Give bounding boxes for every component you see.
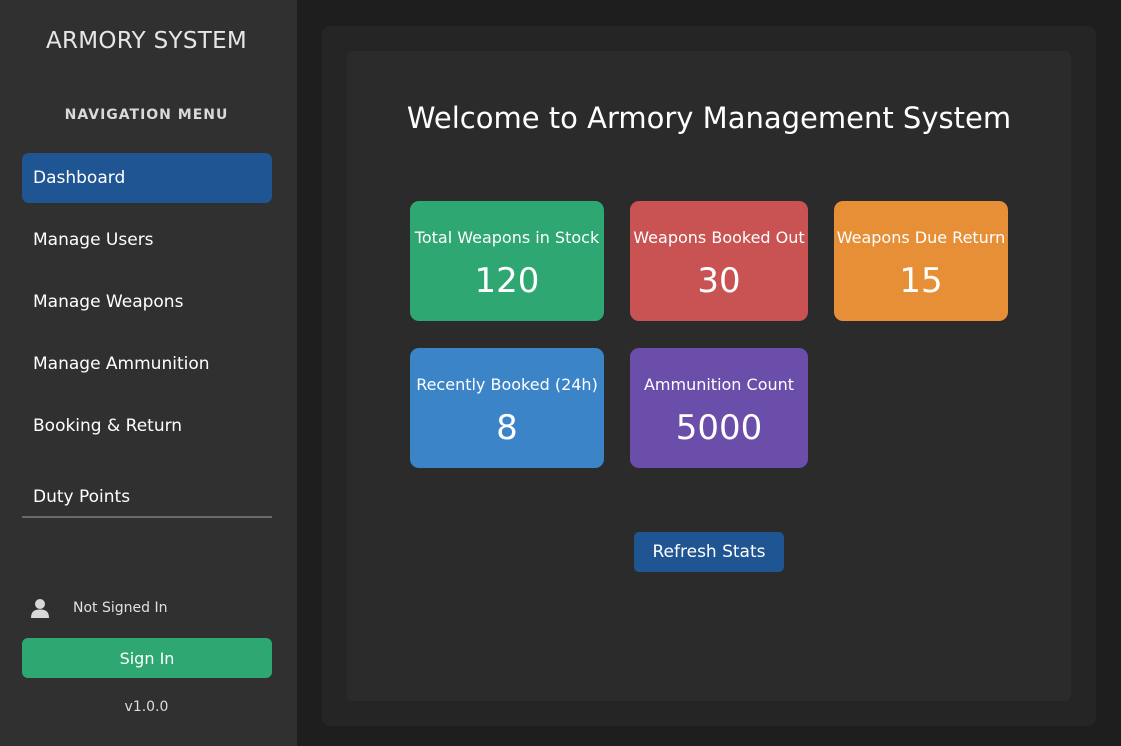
sidebar-item-manage-ammunition[interactable]: Manage Ammunition xyxy=(22,339,272,389)
stat-card-label: Weapons Due Return xyxy=(836,228,1006,247)
stat-card-recently-booked: Recently Booked (24h) 8 xyxy=(410,348,604,468)
stat-card-label: Weapons Booked Out xyxy=(633,228,805,247)
stat-card-label: Recently Booked (24h) xyxy=(416,375,598,394)
stat-card-label: Total Weapons in Stock xyxy=(414,228,600,247)
stat-card-value: 120 xyxy=(474,261,540,301)
nav-heading: NAVIGATION MENU xyxy=(64,107,229,123)
stat-card-value: 5000 xyxy=(675,408,763,448)
sidebar-item-duty-points[interactable]: Duty Points xyxy=(22,478,272,518)
sidebar-item-dashboard[interactable]: Dashboard xyxy=(22,153,272,203)
stat-card-booked-out: Weapons Booked Out 30 xyxy=(630,201,808,321)
stat-card-label: Ammunition Count xyxy=(643,375,795,394)
sidebar-item-booking-return[interactable]: Booking & Return xyxy=(22,401,272,451)
stat-card-value: 30 xyxy=(697,261,741,301)
sidebar-item-manage-weapons[interactable]: Manage Weapons xyxy=(22,277,272,327)
user-status: Not Signed In xyxy=(73,600,168,616)
stat-card-value: 8 xyxy=(496,408,518,448)
sidebar-item-label: Booking & Return xyxy=(33,416,183,436)
stat-card-due-return: Weapons Due Return 15 xyxy=(834,201,1008,321)
sidebar-item-label: Manage Ammunition xyxy=(33,354,210,374)
sidebar-item-label: Duty Points xyxy=(33,487,131,507)
app-title: ARMORY SYSTEM xyxy=(45,28,248,54)
sidebar: ARMORY SYSTEM NAVIGATION MENU Dashboard … xyxy=(0,0,297,746)
user-icon xyxy=(31,599,49,618)
refresh-stats-button[interactable]: Refresh Stats xyxy=(634,532,784,572)
page-title: Welcome to Armory Management System xyxy=(406,101,1012,135)
sidebar-item-label: Manage Users xyxy=(33,230,154,250)
stat-card-total-weapons: Total Weapons in Stock 120 xyxy=(410,201,604,321)
sidebar-item-label: Dashboard xyxy=(33,168,126,188)
stat-card-ammunition: Ammunition Count 5000 xyxy=(630,348,808,468)
sign-in-button[interactable]: Sign In xyxy=(22,638,272,678)
version-label: v1.0.0 xyxy=(124,699,169,715)
stat-card-value: 15 xyxy=(899,261,943,301)
sidebar-item-manage-users[interactable]: Manage Users xyxy=(22,215,272,265)
user-status-row: Not Signed In xyxy=(30,596,167,620)
sidebar-item-label: Manage Weapons xyxy=(33,292,184,312)
